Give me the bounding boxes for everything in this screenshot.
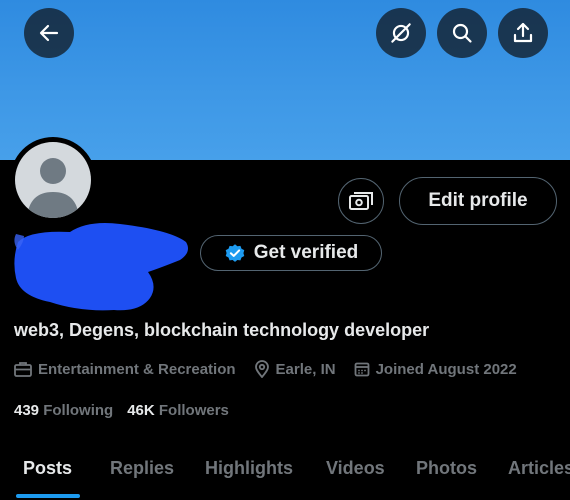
satellite-hide-icon [391, 23, 411, 43]
search-button[interactable] [437, 8, 487, 58]
profile-page: Edit profile Get verified web3, Degens, … [0, 0, 570, 500]
location-text: Earle, IN [275, 360, 336, 378]
category-text: Entertainment & Recreation [38, 360, 236, 378]
avatar-container[interactable] [10, 137, 96, 223]
profile-tabs: Posts Replies Highlights Videos Photos A… [0, 446, 570, 500]
get-verified-label: Get verified [253, 242, 359, 263]
avatar [15, 142, 91, 218]
following-label: Following [43, 402, 114, 419]
category-item: Entertainment & Recreation [14, 361, 236, 378]
location-item: Earle, IN [254, 360, 336, 378]
calendar-icon [354, 362, 369, 377]
active-tab-indicator [16, 494, 80, 498]
tab-replies[interactable]: Replies [110, 446, 174, 500]
tab-videos[interactable]: Videos [326, 446, 385, 500]
money-icon [349, 192, 373, 210]
tab-articles[interactable]: Articles [508, 446, 570, 500]
tab-highlights[interactable]: Highlights [205, 446, 293, 500]
share-button[interactable] [498, 8, 548, 58]
following-link[interactable]: 439 Following [14, 402, 113, 419]
followers-link[interactable]: 46K Followers [127, 402, 229, 419]
share-icon [513, 22, 533, 43]
get-verified-button[interactable]: Get verified [200, 235, 382, 271]
tab-photos[interactable]: Photos [416, 446, 477, 500]
joined-text: Joined August 2022 [375, 360, 517, 378]
verified-badge-icon [225, 244, 244, 262]
arrow-left-icon [39, 24, 59, 42]
joined-item: Joined August 2022 [354, 361, 517, 378]
professional-tools-button[interactable] [338, 178, 384, 224]
briefcase-icon [14, 362, 32, 377]
search-icon [452, 23, 472, 43]
profile-meta: Entertainment & Recreation Earle, IN Joi… [14, 358, 517, 380]
profile-bio: web3, Degens, blockchain technology deve… [14, 320, 430, 340]
default-avatar-icon [27, 158, 79, 218]
followers-label: Followers [158, 402, 229, 419]
back-button[interactable] [24, 8, 74, 58]
follow-stats: 439 Following 46K Followers [14, 402, 229, 419]
hide-button[interactable] [376, 8, 426, 58]
edit-profile-button[interactable]: Edit profile [399, 177, 557, 225]
followers-count: 46K [127, 402, 155, 419]
tab-posts[interactable]: Posts [23, 446, 72, 500]
redacted-name-blob [14, 223, 189, 311]
location-pin-icon [254, 360, 269, 378]
following-count: 439 [14, 402, 40, 419]
